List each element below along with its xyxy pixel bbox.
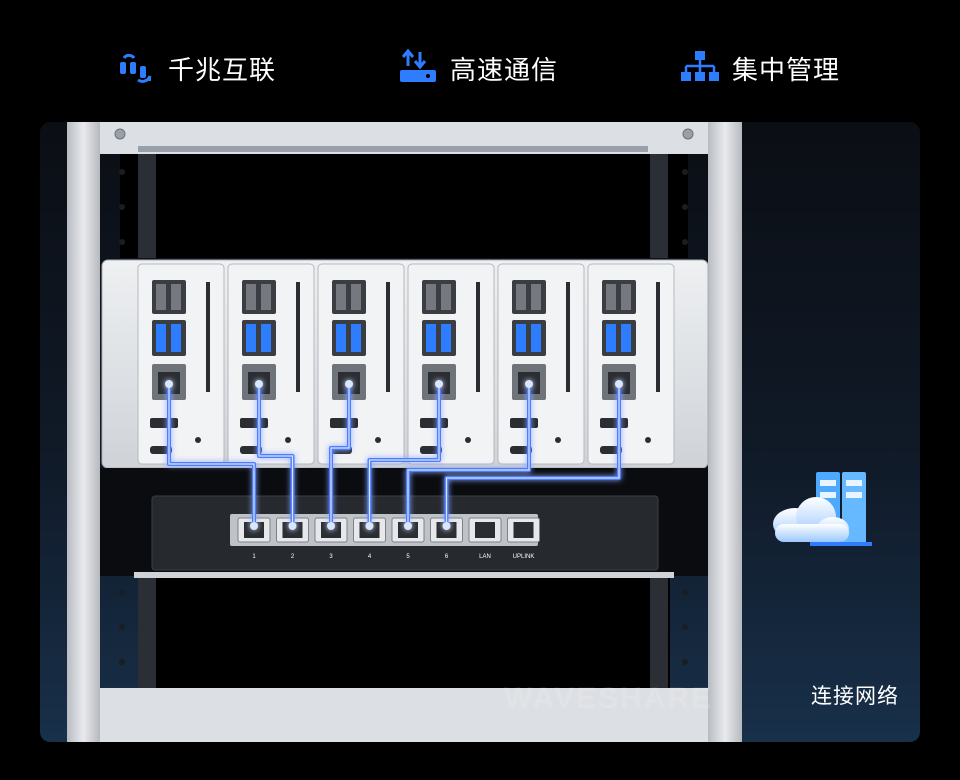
compute-module: [587, 263, 675, 465]
watermark: WAVESHARE: [504, 682, 714, 715]
feature-row: 千兆互联 高速通信 集中管理: [0, 40, 960, 100]
gigabit-link-icon: [120, 53, 152, 83]
rack-rail-left: [67, 122, 100, 742]
upload-download-icon: [400, 48, 436, 82]
network-hierarchy-icon: [681, 51, 719, 81]
product-panel: 1 2 3 4 5 6 LAN UPLINK WAVESHARE 连接网络: [40, 122, 920, 742]
compute-module: [137, 263, 225, 465]
compute-module: [317, 263, 405, 465]
rack-rail-right: [708, 122, 742, 742]
compute-module: [497, 263, 585, 465]
switch-port-label: UPLINK: [513, 554, 535, 560]
cloud-server-icon: [773, 472, 872, 546]
compute-module: [407, 263, 495, 465]
feature-gigabit: 千兆互联: [116, 40, 276, 96]
compute-module: [227, 263, 315, 465]
rack-illustration: 1 2 3 4 5 6 LAN UPLINK: [67, 122, 872, 742]
feature-high-speed: 高速通信: [398, 40, 558, 96]
feature-label: 集中管理: [732, 55, 841, 86]
switch-port: [468, 517, 502, 543]
feature-central-manage: 集中管理: [680, 40, 840, 96]
feature-label: 千兆互联: [168, 55, 277, 86]
network-label: 连接网络: [811, 684, 899, 708]
feature-label: 高速通信: [450, 55, 559, 86]
switch-port-label: LAN: [479, 554, 491, 560]
